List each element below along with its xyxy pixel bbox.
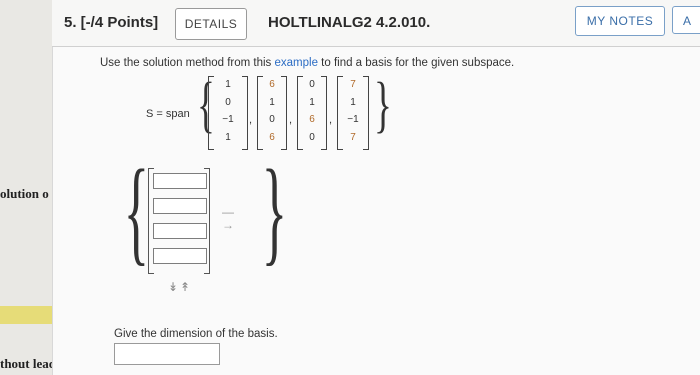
subspace-vector-1: 1 0 −1 1 bbox=[208, 76, 248, 150]
subspace-vector-3: 0 1 6 0 bbox=[297, 76, 327, 150]
left-snippet-2: thout leadi bbox=[0, 356, 60, 371]
basis-entry-1-input[interactable] bbox=[153, 173, 207, 189]
basis-right-brace: } bbox=[261, 145, 288, 276]
question-title: 5. [-/4 Points] bbox=[64, 14, 159, 31]
vector-entry: 6 bbox=[309, 114, 315, 125]
dash-mark: — bbox=[222, 205, 234, 219]
vector-entry: 1 bbox=[225, 132, 231, 143]
my-notes-button[interactable]: MY NOTES bbox=[575, 6, 665, 36]
vector-entry: 7 bbox=[350, 132, 356, 143]
subspace-vector-2: 6 1 0 6 bbox=[257, 76, 287, 150]
add-vector-icon[interactable]: → bbox=[222, 218, 234, 232]
example-link[interactable]: example bbox=[275, 57, 318, 69]
problem-code: HOLTLINALG2 4.2.010. bbox=[268, 14, 431, 31]
vector-separator: , bbox=[249, 114, 253, 126]
instructions-after: to find a basis for the given subspace. bbox=[317, 57, 515, 69]
vector-entry: 0 bbox=[309, 79, 315, 90]
basis-entry-2-input[interactable] bbox=[153, 198, 207, 214]
basis-entry-3-input[interactable] bbox=[153, 223, 207, 239]
vector-entry: 6 bbox=[269, 79, 275, 90]
span-label: S = span bbox=[146, 108, 190, 120]
vector-entry: 1 bbox=[225, 79, 231, 90]
instructions: Use the solution method from this exampl… bbox=[100, 57, 514, 69]
left-snippet-1: olution o bbox=[0, 186, 49, 201]
dimension-input[interactable] bbox=[114, 343, 220, 365]
vector-entry: 1 bbox=[350, 97, 356, 108]
vector-entry: 1 bbox=[309, 97, 315, 108]
vector-separator: , bbox=[329, 114, 333, 126]
reorder-arrows-icon[interactable]: ↡↟ bbox=[168, 280, 192, 294]
vector-entry: 7 bbox=[350, 79, 356, 90]
dimension-label: Give the dimension of the basis. bbox=[114, 328, 278, 340]
vector-entry: 1 bbox=[269, 97, 275, 108]
basis-entry-4-input[interactable] bbox=[153, 248, 207, 264]
vector-entry: −1 bbox=[347, 114, 359, 125]
vector-entry: 0 bbox=[225, 97, 231, 108]
vector-separator: , bbox=[289, 114, 293, 126]
subspace-vector-4: 7 1 −1 7 bbox=[337, 76, 369, 150]
instructions-before: Use the solution method from this bbox=[100, 57, 275, 69]
left-highlight bbox=[0, 306, 52, 324]
right-curly-brace: } bbox=[373, 71, 392, 139]
vector-entry: 0 bbox=[309, 132, 315, 143]
vector-entry: −1 bbox=[222, 114, 234, 125]
vector-entry: 0 bbox=[269, 114, 275, 125]
ask-button[interactable]: A bbox=[672, 6, 700, 34]
basis-left-brace: { bbox=[123, 145, 150, 276]
details-button[interactable]: DETAILS bbox=[175, 8, 247, 40]
vector-entry: 6 bbox=[269, 132, 275, 143]
